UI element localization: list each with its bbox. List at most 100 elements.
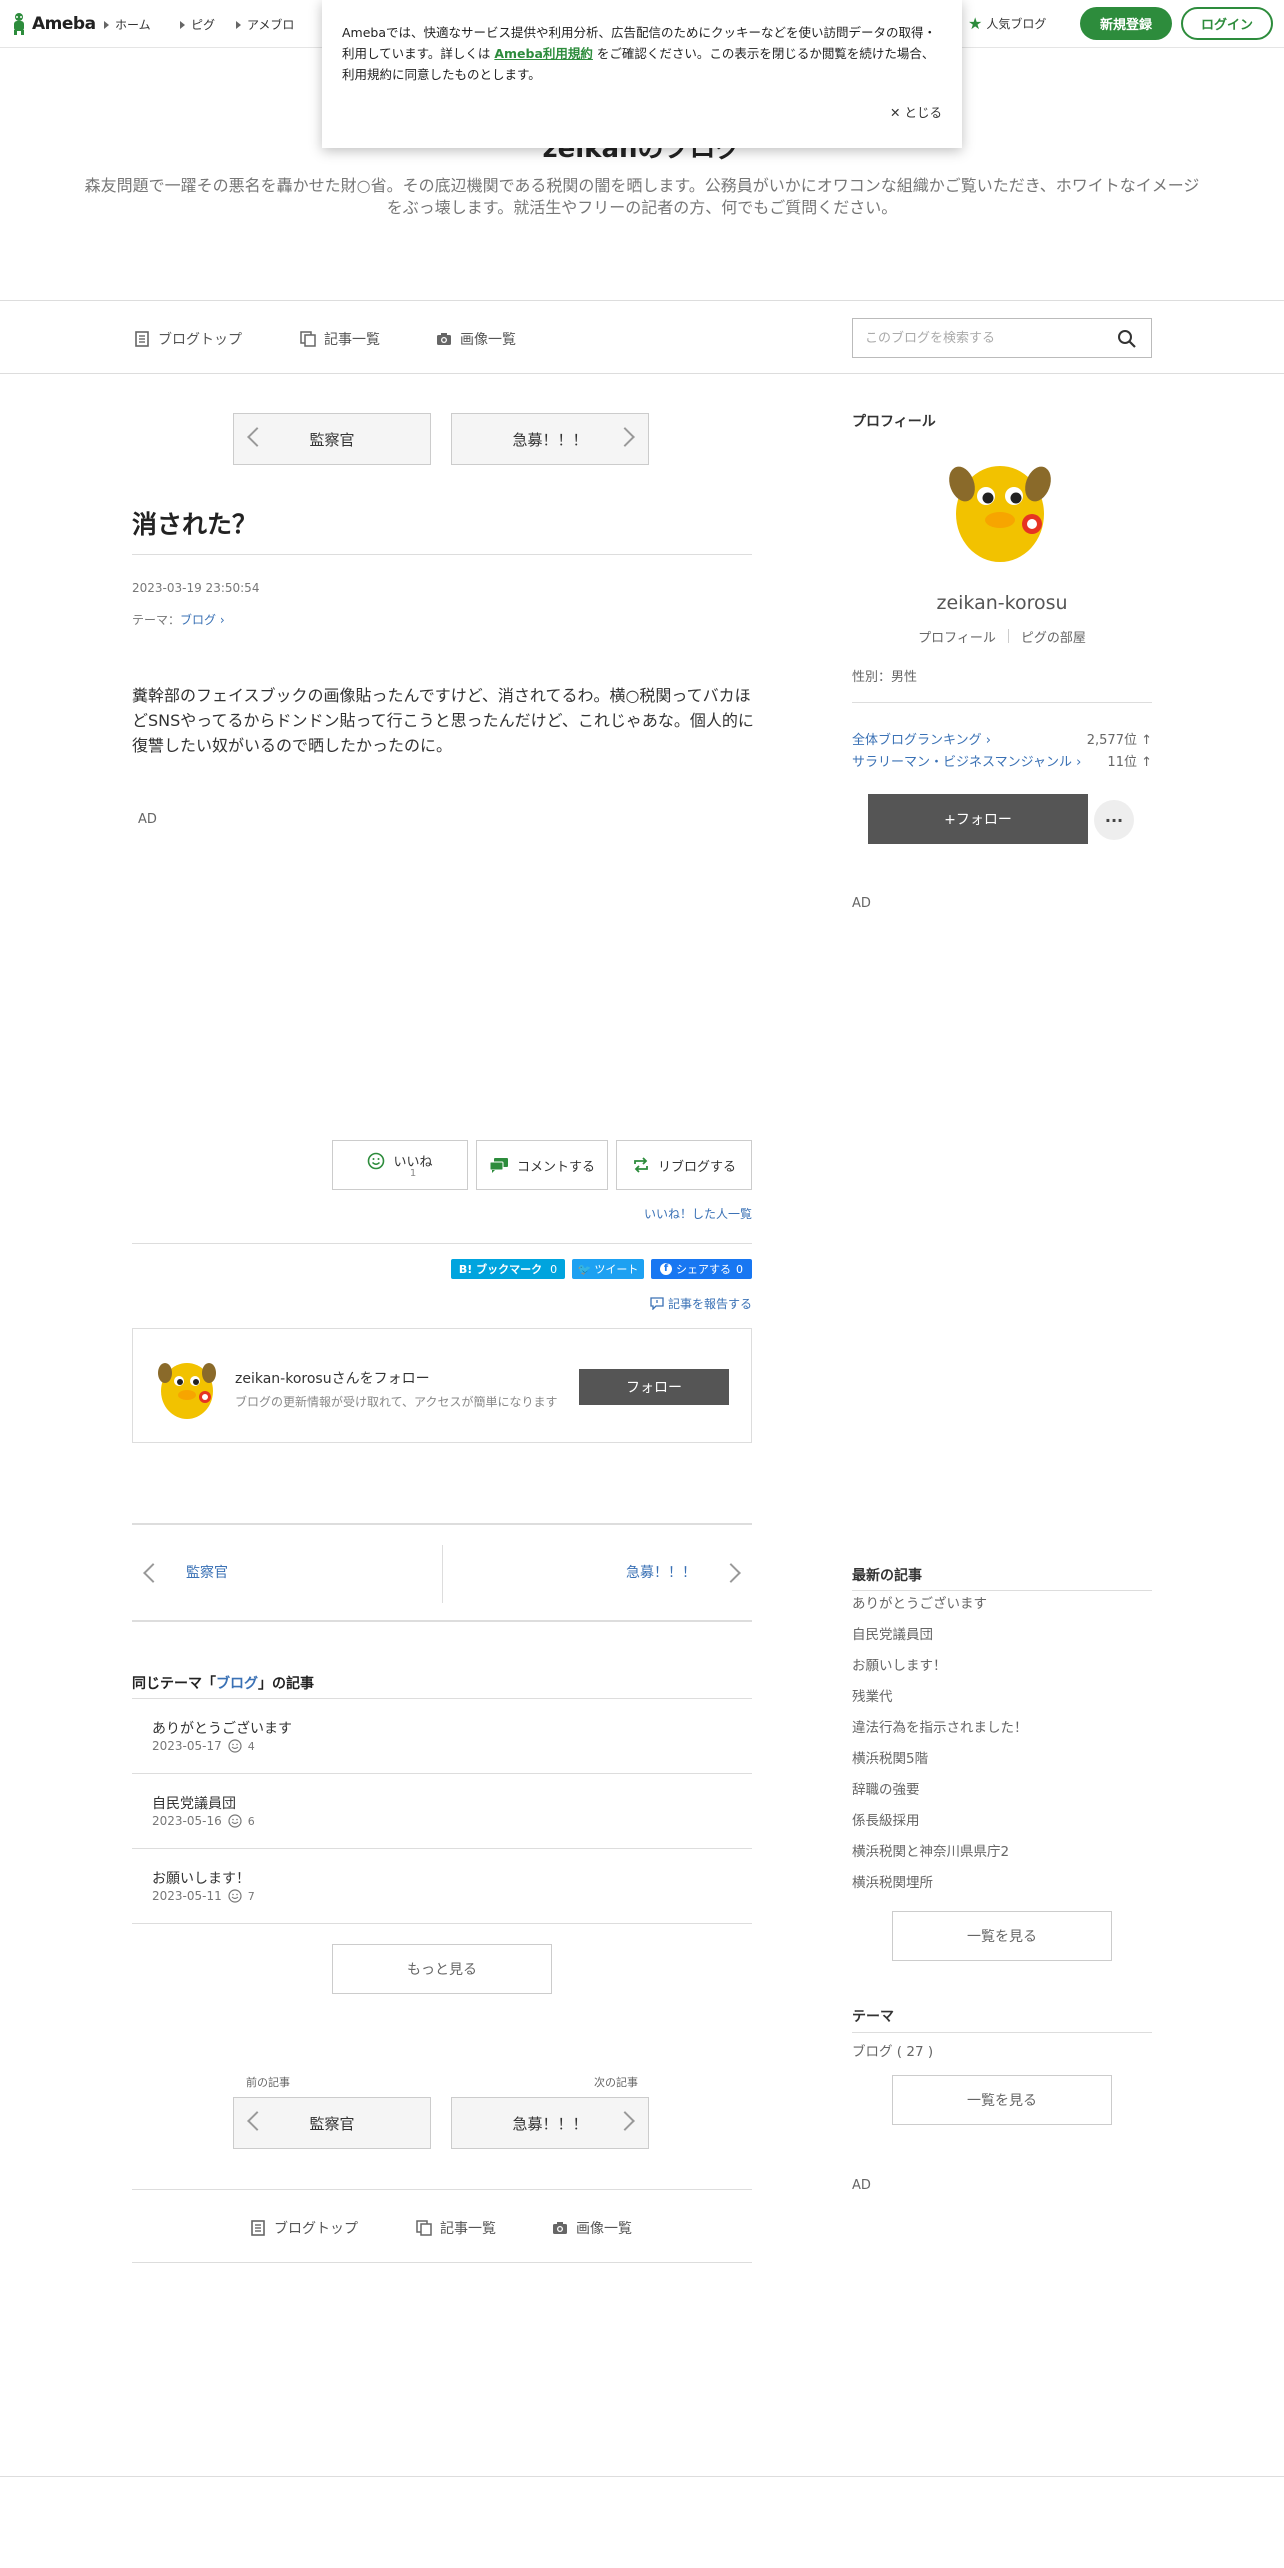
pig-room-label: ピグの部屋 <box>1020 631 1086 646</box>
tweet-button[interactable]: 🐦 ツイート <box>572 1259 644 1279</box>
list-item-date: 2023-05-11 <box>152 1889 222 1903</box>
twitter-icon: 🐦 <box>577 1262 592 1276</box>
blog-top-link-bottom[interactable]: ブログトップ <box>250 2218 358 2238</box>
avatar[interactable] <box>151 1351 223 1423</box>
theme-see-all-button[interactable]: 一覧を見る <box>892 2075 1112 2125</box>
camera-icon <box>437 333 451 345</box>
same-theme-link[interactable]: ブログ <box>216 1676 258 1692</box>
sidebar-follow-button[interactable]: +フォロー <box>868 794 1088 844</box>
recent-heading: 最新の記事 <box>852 1568 922 1584</box>
document-icon <box>135 331 149 347</box>
profile-link[interactable]: プロフィール <box>906 627 1008 646</box>
recent-article-link[interactable]: 残業代 <box>852 1688 1152 1719</box>
reblog-button[interactable]: リブログする <box>616 1140 752 1190</box>
chevron-right-icon: › <box>216 613 225 627</box>
cookie-close-button[interactable]: ✕ とじる <box>890 102 942 121</box>
ranking-value: 2,577位 ↑ <box>1086 733 1152 748</box>
list-item-date: 2023-05-16 <box>152 1814 222 1828</box>
recent-article-link[interactable]: 横浜税関と神奈川県県庁2 <box>852 1843 1152 1874</box>
article-list-link-bottom[interactable]: 記事一覧 <box>416 2218 496 2238</box>
likers-list-link[interactable]: いいね！した人一覧 <box>644 1205 752 1222</box>
list-item[interactable]: ありがとうございます 2023-05-17 4 <box>132 1699 752 1774</box>
pager-prev-link[interactable]: 監察官 <box>186 1562 228 1582</box>
ranking-link[interactable]: サラリーマン・ビジネスマンジャンル › <box>852 751 1081 770</box>
blog-top-link[interactable]: ブログトップ <box>134 329 242 349</box>
recent-article-link[interactable]: ありがとうございます <box>852 1595 1152 1626</box>
follow-blog-name: zeikan-korosuさんをフォロー <box>235 1371 430 1387</box>
image-list-label: 画像一覧 <box>460 332 516 348</box>
pig-room-link[interactable]: ピグの部屋 <box>1009 627 1098 646</box>
header-nav-home[interactable]: ホーム <box>104 16 151 33</box>
header-nav-ameblo[interactable]: アメブロ <box>236 16 294 33</box>
comment-button[interactable]: コメントする <box>476 1140 608 1190</box>
close-icon: ✕ <box>890 105 905 120</box>
profile-link-label: プロフィール <box>918 631 996 646</box>
popular-blog-link[interactable]: ★ 人気ブログ <box>968 15 1046 32</box>
image-list-link-bottom[interactable]: 画像一覧 <box>552 2218 632 2238</box>
recent-article-link[interactable]: 係長級採用 <box>852 1812 1152 1843</box>
chevron-right-icon <box>615 427 635 447</box>
login-button[interactable]: ログイン <box>1181 7 1273 40</box>
recent-see-all-button[interactable]: 一覧を見る <box>892 1911 1112 1961</box>
blog-search-input[interactable] <box>853 319 1103 357</box>
article-list-link[interactable]: 記事一覧 <box>300 329 380 349</box>
ameba-logo[interactable]: Ameba <box>10 12 96 36</box>
triangle-icon <box>180 20 185 29</box>
chevron-left-icon <box>247 2111 267 2131</box>
theme-link[interactable]: ブログ <box>180 613 216 627</box>
cookie-close-label: とじる <box>904 105 942 120</box>
report-icon <box>650 1297 664 1310</box>
prev-article-button[interactable]: 監察官 <box>233 413 431 465</box>
see-more-button[interactable]: もっと見る <box>332 1944 552 1994</box>
header-nav-pig[interactable]: ピグ <box>180 16 215 33</box>
follow-box: zeikan-korosuさんをフォロー ブログの更新情報が受け取れて、アクセス… <box>132 1328 752 1443</box>
list-item-title[interactable]: 自民党議員団 <box>152 1793 236 1813</box>
report-article-link[interactable]: 記事を報告する <box>650 1295 752 1312</box>
report-label: 記事を報告する <box>667 1297 752 1311</box>
recent-article-link[interactable]: 横浜税関5階 <box>852 1750 1152 1781</box>
list-item-title[interactable]: ありがとうございます <box>152 1718 292 1738</box>
next-article-button-bottom[interactable]: 急募！！！ <box>451 2097 649 2149</box>
recent-article-link[interactable]: 横浜税関埋所 <box>852 1874 1152 1905</box>
facebook-share-button[interactable]: f シェアする 0 <box>651 1259 752 1279</box>
chevron-right-icon <box>721 1563 741 1583</box>
divider <box>852 1590 1152 1591</box>
chevron-left-icon <box>247 427 267 447</box>
prev-article-caption: 前の記事 <box>246 2076 290 2089</box>
popular-blog-label: 人気ブログ <box>986 17 1047 31</box>
prev-article-button-bottom[interactable]: 監察官 <box>233 2097 431 2149</box>
more-options-button[interactable]: ··· <box>1094 800 1134 840</box>
next-article-button[interactable]: 急募！！！ <box>451 413 649 465</box>
profile-avatar[interactable] <box>938 448 1062 568</box>
register-button[interactable]: 新規登録 <box>1080 7 1172 40</box>
list-item[interactable]: お願いします！ 2023-05-11 7 <box>132 1849 752 1924</box>
recent-article-link[interactable]: 辞職の強要 <box>852 1781 1152 1812</box>
recent-article-link[interactable]: お願いします！ <box>852 1657 1152 1688</box>
article-pager: 監察官 急募！！！ <box>132 1523 752 1622</box>
article-list-label: 記事一覧 <box>440 2221 496 2237</box>
pager-next-link[interactable]: 急募！！！ <box>626 1562 696 1582</box>
hatena-bookmark-button[interactable]: B! ブックマーク 0 <box>451 1259 565 1279</box>
next-article-caption: 次の記事 <box>594 2076 638 2089</box>
follow-description: ブログの更新情報が受け取れて、アクセスが簡単になります <box>235 1395 558 1409</box>
theme-item-link[interactable]: ブログ ( 27 ) <box>852 2040 933 2060</box>
profile-name[interactable]: zeikan-korosu <box>852 592 1152 614</box>
triangle-icon <box>104 20 109 29</box>
comment-icon <box>489 1158 508 1173</box>
like-button[interactable]: いいね 1 <box>332 1140 468 1190</box>
recent-article-link[interactable]: 自民党議員団 <box>852 1626 1152 1657</box>
facebook-icon: f <box>660 1263 672 1275</box>
image-list-link[interactable]: 画像一覧 <box>436 329 516 349</box>
tweet-label: ツイート <box>594 1263 639 1276</box>
list-item-title[interactable]: お願いします！ <box>152 1868 250 1888</box>
profile-gender: 性別：男性 <box>852 670 918 685</box>
terms-link[interactable]: Ameba利用規約 <box>494 46 593 61</box>
ranking-row: サラリーマン・ビジネスマンジャンル › 11位 ↑ <box>852 751 1152 770</box>
search-icon[interactable] <box>1117 329 1137 349</box>
comment-label: コメントする <box>516 1159 595 1175</box>
ranking-link[interactable]: 全体ブログランキング › <box>852 729 991 748</box>
list-item[interactable]: 自民党議員団 2023-05-16 6 <box>132 1774 752 1849</box>
article-theme: テーマ：ブログ › <box>132 611 225 628</box>
recent-article-link[interactable]: 違法行為を指示されました！ <box>852 1719 1152 1750</box>
follow-button[interactable]: フォロー <box>579 1369 729 1405</box>
